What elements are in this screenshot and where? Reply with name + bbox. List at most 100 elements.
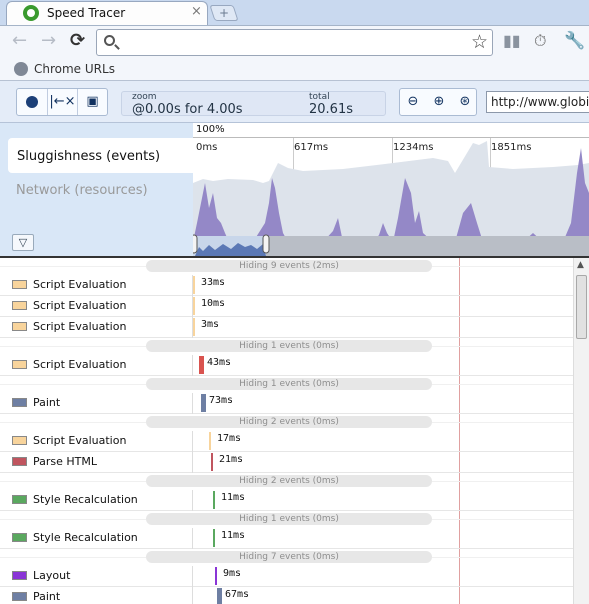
bookmark-chrome-urls[interactable]: Chrome URLs <box>34 62 115 76</box>
timeline-ruler: 100% 0ms 617ms 1234ms 1851ms <box>193 123 589 256</box>
event-list: Hiding 9 events (2ms) Script Evaluation 33… <box>0 258 574 604</box>
event-duration: 3ms <box>201 319 220 330</box>
scroll-up-arrow-icon[interactable]: ▲ <box>577 260 584 270</box>
right-handle <box>262 234 270 254</box>
event-name: Script Evaluation <box>33 358 127 371</box>
network-row[interactable]: Network (resources) <box>16 183 148 198</box>
tab-strip: Speed Tracer × + <box>0 0 589 25</box>
event-row[interactable]: Script Evaluation 17ms <box>0 431 574 452</box>
save-icon: ▣ <box>86 94 99 109</box>
filter-icon[interactable]: ▽ <box>12 234 34 251</box>
wrench-icon[interactable]: 🔧 <box>564 31 585 51</box>
event-list-scrollbar[interactable]: ▲ <box>573 258 589 604</box>
hidden-events-label[interactable]: Hiding 2 events (0ms) <box>146 416 432 428</box>
hidden-events-row[interactable]: Hiding 1 events (0ms) <box>0 338 574 355</box>
hidden-events-row[interactable]: Hiding 1 events (0ms) <box>0 376 574 393</box>
tab-speed-tracer[interactable]: Speed Tracer × <box>6 1 208 25</box>
event-color-swatch <box>12 533 27 542</box>
event-row[interactable]: Paint 67ms <box>0 587 574 604</box>
new-tab-button[interactable]: + <box>209 5 239 21</box>
clear-button[interactable]: |←× <box>47 89 77 115</box>
event-divider <box>192 566 193 587</box>
event-color-swatch <box>12 360 27 369</box>
event-duration-bar <box>199 356 204 374</box>
zoom-out-icon: ⊖ <box>407 94 419 109</box>
close-tab-icon[interactable]: × <box>191 4 202 19</box>
event-duration-bar <box>213 491 215 509</box>
zoom-value: @0.00s for 4.00s <box>132 102 243 117</box>
address-bar[interactable]: ☆ <box>96 29 493 56</box>
event-color-swatch <box>12 322 27 331</box>
event-row[interactable]: Paint 73ms <box>0 393 574 414</box>
event-duration: 11ms <box>221 492 246 503</box>
forward-arrow-icon[interactable]: → <box>41 31 56 51</box>
hidden-events-label[interactable]: Hiding 1 events (0ms) <box>146 513 432 525</box>
overview-row-labels: Sluggishness (events) Network (resources… <box>0 123 193 256</box>
globe-icon <box>14 62 28 76</box>
event-duration-bar <box>193 276 195 294</box>
event-name: Script Evaluation <box>33 278 127 291</box>
zoom-fit-button[interactable]: ⊛ <box>452 89 478 115</box>
sluggishness-label: Sluggishness (events) <box>17 149 161 164</box>
event-duration-bar <box>217 588 222 604</box>
event-name: Script Evaluation <box>33 299 127 312</box>
event-duration-bar <box>211 453 213 471</box>
event-row[interactable]: Script Evaluation 43ms <box>0 355 574 376</box>
event-name: Style Recalculation <box>33 493 138 506</box>
event-color-swatch <box>12 571 27 580</box>
event-row[interactable]: Script Evaluation 3ms <box>0 317 574 338</box>
record-button[interactable] <box>17 89 47 115</box>
hidden-events-row[interactable]: Hiding 2 events (0ms) <box>0 414 574 431</box>
event-duration-bar <box>193 318 195 336</box>
event-row[interactable]: Script Evaluation 10ms <box>0 296 574 317</box>
sluggishness-row[interactable]: Sluggishness (events) <box>8 138 193 173</box>
event-color-swatch <box>12 398 27 407</box>
left-handle <box>193 234 198 254</box>
bookmarks-bar: Chrome URLs <box>0 58 589 81</box>
hidden-events-label[interactable]: Hiding 9 events (2ms) <box>146 260 432 272</box>
event-duration: 73ms <box>209 395 234 406</box>
event-color-swatch <box>12 436 27 445</box>
event-row[interactable]: Style Recalculation 11ms <box>0 528 574 549</box>
hidden-events-label[interactable]: Hiding 1 events (0ms) <box>146 340 432 352</box>
overview-panel: Sluggishness (events) Network (resources… <box>0 123 589 258</box>
hidden-events-label[interactable]: Hiding 1 events (0ms) <box>146 378 432 390</box>
page-stats-icon[interactable]: ▮▮ <box>503 31 521 50</box>
zoom-out-button[interactable]: ⊖ <box>400 89 426 115</box>
clear-icon: |←× <box>49 94 76 109</box>
record-icon <box>26 96 38 108</box>
event-duration-bar <box>215 567 217 585</box>
star-icon[interactable]: ☆ <box>471 31 488 53</box>
event-name: Style Recalculation <box>33 531 138 544</box>
event-duration: 11ms <box>221 530 246 541</box>
zoom-info-panel: zoom @0.00s for 4.00s total 20.61s <box>121 91 386 117</box>
total-label: total <box>309 92 330 102</box>
reload-icon[interactable]: ⟳ <box>70 31 85 51</box>
scroll-thumb[interactable] <box>576 275 587 339</box>
event-name: Paint <box>33 396 61 409</box>
event-divider <box>192 528 193 549</box>
zoom-in-button[interactable]: ⊕ <box>426 89 452 115</box>
hidden-events-row[interactable]: Hiding 7 events (0ms) <box>0 549 574 566</box>
event-color-swatch <box>12 280 27 289</box>
hidden-events-row[interactable]: Hiding 1 events (0ms) <box>0 511 574 528</box>
speed-tracer-icon[interactable]: ⏱ <box>534 31 546 51</box>
back-arrow-icon[interactable]: ← <box>12 31 27 51</box>
hidden-events-label[interactable]: Hiding 2 events (0ms) <box>146 475 432 487</box>
event-row[interactable]: Parse HTML 21ms <box>0 452 574 473</box>
event-duration: 9ms <box>223 568 242 579</box>
event-row[interactable]: Style Recalculation 11ms <box>0 490 574 511</box>
event-duration: 21ms <box>219 454 244 465</box>
event-name: Parse HTML <box>33 455 98 468</box>
tab-title: Speed Tracer <box>47 6 126 20</box>
hidden-events-row[interactable]: Hiding 9 events (2ms) <box>0 258 574 275</box>
url-filter-input[interactable]: http://www.globin <box>486 91 589 113</box>
event-row[interactable]: Layout 9ms <box>0 566 574 587</box>
event-row[interactable]: Script Evaluation 33ms <box>0 275 574 296</box>
event-duration-bar <box>209 432 211 450</box>
event-name: Layout <box>33 569 71 582</box>
event-divider <box>192 587 193 604</box>
save-button[interactable]: ▣ <box>77 89 107 115</box>
hidden-events-label[interactable]: Hiding 7 events (0ms) <box>146 551 432 563</box>
hidden-events-row[interactable]: Hiding 2 events (0ms) <box>0 473 574 490</box>
